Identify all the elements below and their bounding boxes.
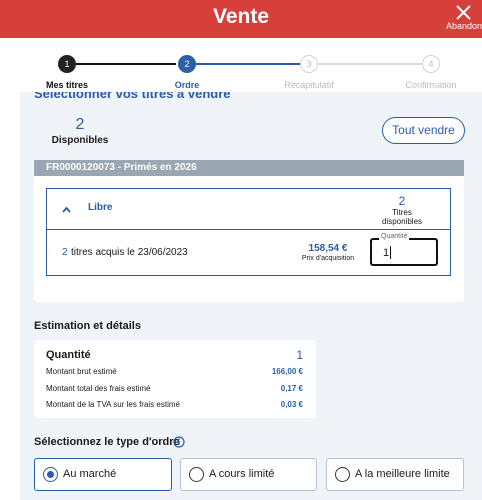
page-title: Vente <box>212 5 270 28</box>
available-summary: 2 Disponibles <box>40 116 120 146</box>
estimation-quantity-label: Quantité <box>46 349 91 361</box>
text-cursor <box>390 246 391 259</box>
estimation-row-value: 0,17 € <box>280 384 303 393</box>
step-4-circle: 4 <box>422 55 440 73</box>
content-panel[interactable]: Sélectionner vos titres à vendre 2 Dispo… <box>20 92 482 500</box>
order-type-heading: Sélectionnez le type d'ordre <box>34 436 180 448</box>
selection-heading: Sélectionner vos titres à vendre <box>34 92 231 101</box>
header-bar: Vente Abandon <box>0 0 482 38</box>
estimation-card: Quantité 1 Montant brut estimé 166,00 € … <box>34 340 316 418</box>
estimation-row-value: 0,03 € <box>280 400 303 409</box>
lot-group-count-value: 2 <box>398 194 406 208</box>
quantity-input[interactable]: Quantité 1 <box>370 233 438 266</box>
order-option-best-limit[interactable]: A la meilleure limite <box>326 458 464 491</box>
lot-row: 2 titres acquis le 23/06/2023 158,54 € P… <box>46 230 451 276</box>
lot-price-label: Prix d'acquisition <box>301 255 355 262</box>
step-3-circle: 3 <box>300 55 318 73</box>
lot-price-value: 158,54 € <box>308 243 348 254</box>
quantity-input-value: 1 <box>383 247 390 259</box>
quantity-input-label: Quantité <box>379 233 410 240</box>
step-connector-1 <box>76 63 176 65</box>
estimation-heading: Estimation et détails <box>34 320 141 332</box>
available-label: Disponibles <box>51 135 109 146</box>
step-2-label: Ordre <box>174 80 200 90</box>
order-option-label: A cours limité <box>209 468 275 480</box>
abandon-button[interactable]: Abandon <box>446 2 482 36</box>
radio-icon[interactable] <box>335 467 350 482</box>
step-connector-2 <box>196 63 300 65</box>
lot-description: titres acquis le 23/06/2023 <box>71 247 188 258</box>
lot-group-header[interactable]: Libre 2 Titres disponibles <box>46 188 451 230</box>
abandon-label: Abandon <box>446 21 482 31</box>
order-option-limit[interactable]: A cours limité <box>180 458 317 491</box>
lot-price: 158,54 € Prix d'acquisition <box>283 243 373 262</box>
estimation-row-label: Montant brut estimé <box>46 367 117 376</box>
lot-count: 2 <box>62 247 68 258</box>
step-2-circle: 2 <box>178 55 196 73</box>
step-1-label: Mes titres <box>45 80 89 90</box>
order-option-label: Au marché <box>63 468 117 480</box>
available-count: 2 <box>75 116 85 133</box>
order-option-market[interactable]: Au marché <box>34 458 172 491</box>
step-3-label: Récapitulatif <box>284 80 334 90</box>
security-title: FR0000120073 - Primés en 2026 <box>34 160 464 176</box>
estimation-quantity-value: 1 <box>296 348 303 362</box>
estimation-row-value: 166,00 € <box>271 367 303 376</box>
lot-group-count-label-1: Titres <box>392 208 412 217</box>
lot-group-count: 2 Titres disponibles <box>367 194 437 226</box>
step-connector-3 <box>318 63 422 65</box>
step-1-circle: 1 <box>58 55 76 73</box>
chevron-up-icon[interactable] <box>62 206 71 213</box>
sell-all-button[interactable]: Tout vendre <box>382 117 465 144</box>
lot-group-count-label-2: disponibles <box>381 217 423 226</box>
step-4-label: Confirmation <box>405 80 457 90</box>
estimation-row-label: Montant de la TVA sur les frais estimé <box>46 400 180 409</box>
info-icon[interactable] <box>173 436 185 448</box>
radio-icon[interactable] <box>189 467 204 482</box>
order-option-label: A la meilleure limite <box>355 468 450 480</box>
estimation-row-label: Montant total des frais estimé <box>46 384 151 393</box>
lot-group-label: Libre <box>88 202 113 213</box>
security-card: FR0000120073 - Primés en 2026 Libre 2 Ti… <box>34 160 464 302</box>
radio-selected-icon[interactable] <box>43 467 58 482</box>
close-icon <box>455 5 471 20</box>
progress-stepper: 1 2 3 4 Mes titres Ordre Récapitulatif C… <box>0 40 482 92</box>
